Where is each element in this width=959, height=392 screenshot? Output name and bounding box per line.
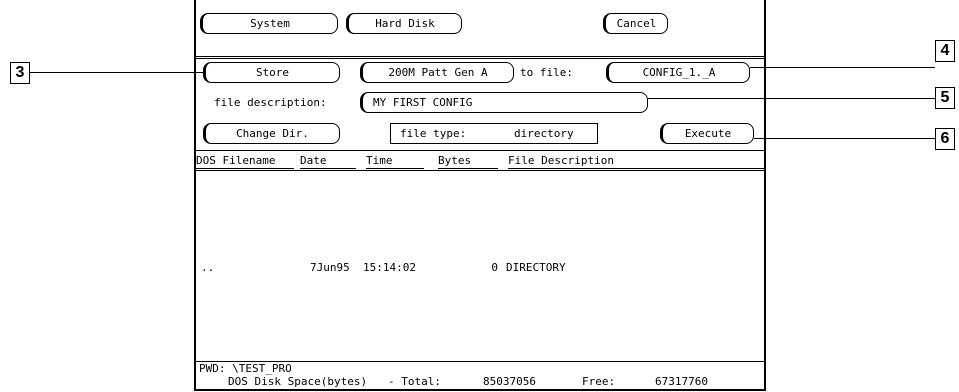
callout-6: 6: [935, 128, 955, 150]
divider-table: [194, 150, 766, 151]
callout-3: 3: [10, 62, 30, 84]
row-description: DIRECTORY: [506, 261, 566, 274]
disk-space-label: DOS Disk Space(bytes): [228, 375, 368, 388]
callout-5: 5: [935, 87, 955, 109]
free-value: 67317760: [655, 375, 708, 388]
cancel-button[interactable]: Cancel: [603, 13, 668, 34]
store-button[interactable]: Store: [203, 62, 340, 83]
callout-4: 4: [935, 40, 955, 62]
system-button[interactable]: System: [200, 13, 338, 34]
callout-4-leader: [750, 67, 935, 68]
header-bytes: Bytes: [438, 154, 472, 167]
row-bytes: 0: [491, 261, 498, 274]
divider-top: [194, 56, 766, 57]
free-label: Free:: [582, 375, 616, 388]
file-description-label: file description:: [214, 96, 327, 109]
header-underline: [438, 168, 498, 169]
filename-field[interactable]: CONFIG_1._A: [606, 62, 750, 83]
header-date: Date: [300, 154, 327, 167]
file-description-field[interactable]: MY FIRST CONFIG: [360, 92, 648, 113]
row-time: 15:14:02: [363, 261, 416, 274]
header-underline: [300, 168, 356, 169]
header-time: Time: [366, 154, 393, 167]
header-underline: [366, 168, 424, 169]
to-file-label: to file:: [520, 66, 573, 79]
hard-disk-button[interactable]: Hard Disk: [346, 13, 462, 34]
row-date: 7Jun95: [310, 261, 350, 274]
pwd-label: PWD: \TEST_PRO: [199, 362, 292, 375]
file-type-label: file type:: [400, 127, 467, 140]
file-type-value: directory: [514, 127, 574, 140]
divider-top-2: [194, 58, 766, 59]
header-file-description: File Description: [508, 154, 614, 167]
total-value: 85037056: [483, 375, 536, 388]
header-underline: [508, 168, 764, 169]
callout-6-leader: [754, 138, 935, 139]
row-filename[interactable]: ..: [201, 261, 214, 275]
execute-button[interactable]: Execute: [660, 123, 754, 144]
header-underline: [196, 168, 294, 169]
header-dos-filename: DOS Filename: [196, 154, 276, 167]
divider-header: [194, 170, 766, 171]
change-dir-button[interactable]: Change Dir.: [203, 123, 340, 144]
total-label: - Total:: [388, 375, 441, 388]
callout-3-leader: [30, 72, 204, 73]
source-module-button[interactable]: 200M Patt Gen A: [360, 62, 514, 83]
